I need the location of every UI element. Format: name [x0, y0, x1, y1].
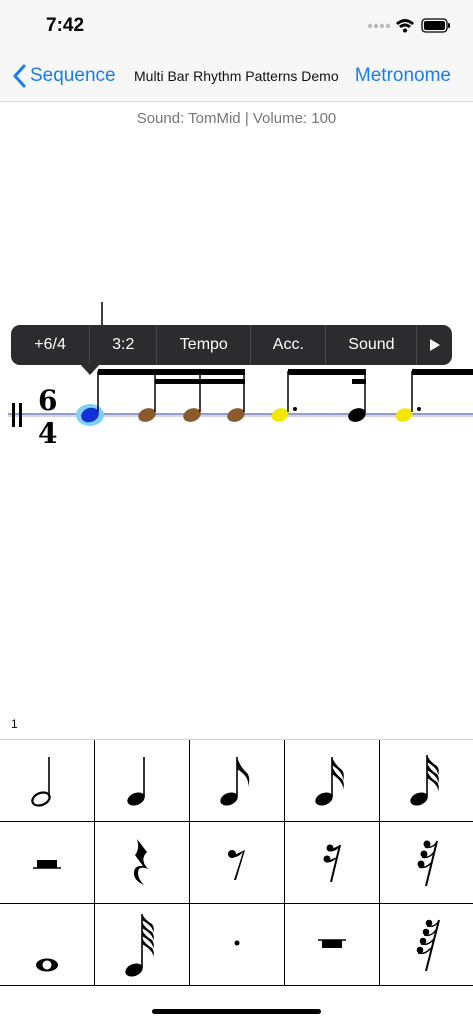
wifi-icon [396, 19, 414, 33]
beam-primary [288, 369, 366, 375]
palette-half-note[interactable] [0, 740, 95, 822]
palette-sixty-fourth-note[interactable] [95, 904, 190, 986]
quarter-rest-icon [133, 838, 148, 885]
beam-primary [412, 369, 473, 375]
sixteenth-rest-icon [323, 844, 341, 882]
palette-sixteenth-note[interactable] [285, 740, 380, 822]
half-note-icon [31, 756, 51, 807]
time-signature-top: 6 [38, 384, 57, 417]
note-edit-menu: +6/4 3:2 Tempo Acc. Sound [11, 325, 452, 365]
note-head-yellow [271, 408, 289, 422]
menu-sound[interactable]: Sound [326, 325, 418, 365]
time-signature-bottom: 4 [38, 417, 57, 450]
score-staff[interactable]: 6 4 [0, 290, 473, 470]
percussion-clef [12, 403, 22, 427]
eighth-rest-icon [228, 849, 245, 880]
sixty-fourth-rest-icon [416, 919, 440, 971]
sixty-fourth-note-icon [125, 913, 154, 977]
page-title: Multi Bar Rhythm Patterns Demo [134, 68, 339, 84]
thirty-second-rest-icon [417, 840, 438, 886]
whole-note-icon [36, 958, 58, 971]
palette-quarter-rest[interactable] [95, 822, 190, 904]
dot-icon [234, 940, 240, 945]
thirty-second-note-icon [410, 754, 439, 806]
menu-more-button[interactable] [417, 325, 452, 365]
half-rest-icon [33, 859, 61, 869]
palette-sixteenth-rest[interactable] [285, 822, 380, 904]
palette-whole-rest[interactable] [285, 904, 380, 986]
dot [417, 407, 421, 411]
eighth-note-icon [220, 756, 250, 806]
note-head-yellow [395, 408, 413, 422]
metronome-button[interactable]: Metronome [355, 65, 451, 87]
back-button[interactable]: Sequence [12, 63, 116, 89]
home-indicator [152, 1009, 321, 1014]
battery-icon [421, 18, 450, 33]
menu-accent[interactable]: Acc. [251, 325, 327, 365]
quarter-note-icon [127, 756, 145, 806]
beam-primary [98, 369, 245, 375]
sixteenth-note-icon [315, 756, 344, 806]
signal-dots-icon [367, 23, 391, 29]
back-button-label: Sequence [30, 65, 116, 86]
palette-thirty-second-note[interactable] [380, 740, 473, 822]
menu-add-bar[interactable]: +6/4 [11, 325, 91, 365]
chevron-left-icon [13, 64, 26, 88]
palette-eighth-rest[interactable] [190, 822, 285, 904]
beam-partial [352, 379, 366, 384]
menu-tuplet[interactable]: 3:2 [90, 325, 158, 365]
dot [293, 407, 297, 411]
status-bar: 7:42 [0, 0, 473, 50]
sound-info-label: Sound: TomMid | Volume: 100 [136, 110, 337, 127]
palette-quarter-note[interactable] [95, 740, 190, 822]
palette-dot[interactable] [190, 904, 285, 986]
popup-arrow [80, 364, 100, 375]
palette-whole-note[interactable] [0, 904, 95, 986]
palette-sixty-fourth-rest[interactable] [380, 904, 473, 986]
status-icons [367, 18, 450, 33]
palette-half-rest[interactable] [0, 822, 95, 904]
note-group-1 [76, 369, 245, 426]
palette-eighth-note[interactable] [190, 740, 285, 822]
navigation-bar: Sequence Multi Bar Rhythm Patterns Demo … [0, 50, 473, 102]
note-palette [0, 739, 473, 986]
whole-rest-icon [318, 938, 346, 948]
play-right-icon [429, 339, 440, 351]
bar-number: 1 [11, 717, 18, 731]
menu-tempo[interactable]: Tempo [157, 325, 252, 365]
palette-thirty-second-rest[interactable] [380, 822, 473, 904]
status-time: 7:42 [46, 15, 85, 36]
